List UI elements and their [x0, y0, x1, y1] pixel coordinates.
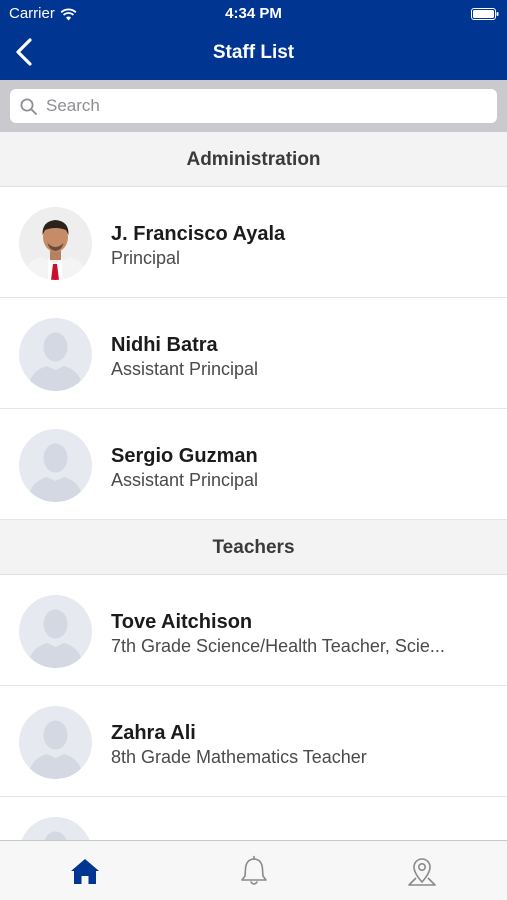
- bell-icon[interactable]: [238, 855, 270, 887]
- staff-role: Assistant Principal: [111, 470, 259, 490]
- status-bar: Carrier 4:34 PM: [0, 0, 507, 28]
- staff-row[interactable]: Tove Aitchison 7th Grade Science/Health …: [0, 575, 507, 686]
- staff-list: Administration J. Francisco Ayala Princi…: [0, 132, 507, 840]
- person-placeholder-icon: [19, 429, 92, 502]
- home-icon[interactable]: [69, 855, 101, 887]
- section-header-administration: Administration: [0, 132, 507, 187]
- person-placeholder-icon: [19, 706, 92, 779]
- staff-row[interactable]: Sergio Guzman Assistant Principal: [0, 409, 507, 520]
- staff-name: Zahra Ali: [111, 722, 196, 744]
- status-time: 4:34 PM: [225, 5, 282, 22]
- battery-icon: [471, 8, 499, 20]
- search-field[interactable]: [10, 89, 497, 123]
- staff-role: 8th Grade Mathematics Teacher: [111, 747, 367, 767]
- staff-name: Nidhi Batra: [111, 334, 218, 356]
- map-pin-icon[interactable]: [406, 855, 438, 887]
- tab-bar: [0, 840, 507, 900]
- staff-row[interactable]: Zahra Ali 8th Grade Mathematics Teacher: [0, 686, 507, 797]
- staff-row[interactable]: J. Francisco Ayala Principal: [0, 187, 507, 298]
- staff-row[interactable]: [0, 797, 507, 840]
- staff-row[interactable]: Nidhi Batra Assistant Principal: [0, 298, 507, 409]
- person-placeholder-icon: [19, 318, 92, 391]
- staff-name: Tove Aitchison: [111, 611, 253, 633]
- person-placeholder-icon: [19, 595, 92, 668]
- person-placeholder-icon: [19, 817, 92, 840]
- page-title: Staff List: [212, 42, 295, 63]
- search-bar: [0, 80, 507, 132]
- staff-photo: [19, 207, 92, 280]
- search-input[interactable]: [46, 89, 486, 123]
- staff-name: J. Francisco Ayala: [111, 223, 286, 245]
- navigation-bar: Carrier 4:34 PM Staff List: [0, 0, 507, 80]
- staff-role: Principal: [111, 248, 181, 268]
- staff-role: 7th Grade Science/Health Teacher, Scie..…: [111, 636, 445, 656]
- staff-role: Assistant Principal: [111, 359, 259, 379]
- section-header-teachers: Teachers: [0, 520, 507, 575]
- search-icon: [20, 98, 37, 115]
- staff-name: Sergio Guzman: [111, 445, 258, 467]
